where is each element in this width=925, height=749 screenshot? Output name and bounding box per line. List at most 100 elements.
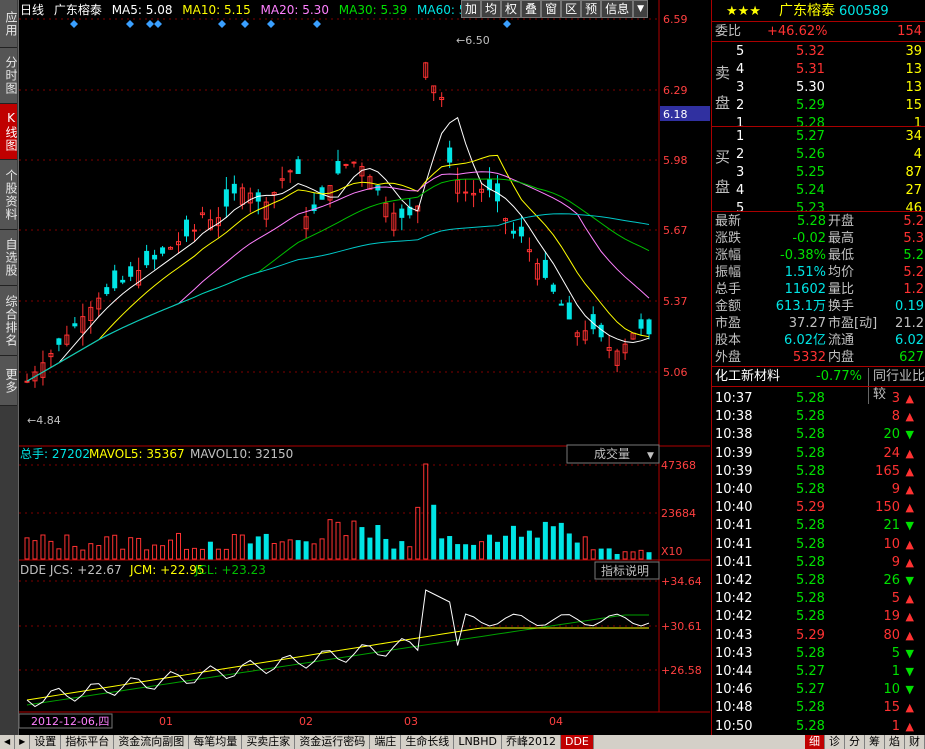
toolbar-button-7[interactable]: 信息 [601,0,634,18]
toolbar-button-3[interactable]: 叠 [521,0,542,18]
bottom-tab-5[interactable]: 资金运行密码 [295,735,371,749]
bottom-tab-10[interactable]: DDE [560,735,594,749]
scroll-left-icon[interactable]: ◀ [0,735,16,749]
panel-tab-0[interactable]: 细 [805,735,825,749]
tick-direction-icon: ▲ [905,410,914,424]
tick-direction-icon: ▲ [905,392,914,405]
sell-row-4[interactable]: 4 5.31 13 [712,61,925,79]
bottom-tab-2[interactable]: 资金流向副图 [114,735,190,749]
volume-bar [479,541,485,560]
candle-body [351,161,357,164]
sell-row-2[interactable]: 2 5.29 15 [712,97,925,115]
volume-bar [542,521,548,560]
panel-tab-4[interactable]: 焰 [885,735,905,749]
toolbar-dropdown-icon[interactable]: ▼ [633,0,649,18]
volume-bar [247,543,253,560]
dde-jcs-label: DDE JCS: +22.67 [20,563,122,577]
ma20-label: MA20: 5.30 [260,3,329,17]
buy-label: 盘 [715,178,731,196]
sell-label: 卖 [715,64,731,82]
bottom-tab-7[interactable]: 生命长线 [401,735,455,749]
volume-bar [447,536,453,560]
toolbar-button-5[interactable]: 区 [561,0,582,18]
tick-direction-icon: ▲ [905,464,914,478]
buy-row-4[interactable]: 4 5.24 27 [712,182,925,200]
bottom-tab-4[interactable]: 买卖庄家 [242,735,296,749]
sell-row-5[interactable]: 5 5.32 39 [712,43,925,61]
tick-direction-icon: ▲ [905,483,914,496]
toolbar-button-1[interactable]: 均 [481,0,502,18]
bottom-tab-8[interactable]: LNBHD [454,735,502,749]
buy-row-2[interactable]: 2 5.26 4 [712,146,925,164]
tick-row: 10:40 5.29 150 ▲ [715,500,914,516]
panel-tab-2[interactable]: 分 [845,735,865,749]
buy-row-3[interactable]: 3 5.25 87 [712,164,925,182]
candle-body [550,284,556,292]
left-tab-0[interactable]: 应用 [0,0,18,48]
candle-body [295,159,301,174]
volume-bar [487,534,493,560]
left-tab-5[interactable]: 综合排名 [0,286,18,356]
toolbar-button-6[interactable]: 预 [581,0,602,18]
mavol5-label: MAVOL5: 35367 [89,447,185,461]
dde-jcs-line [26,589,650,708]
scroll-right-icon[interactable]: ▶ [15,735,31,749]
volume-bar [56,548,62,560]
tick-row: 10:46 5.27 10 ▼ [715,682,914,698]
volume-axis-label: 47368 [661,459,696,472]
bottom-tab-6[interactable]: 端庄 [370,735,402,749]
volume-bar [120,548,126,560]
bottom-tab-1[interactable]: 指标平台 [61,735,115,749]
volume-bar [223,548,229,560]
tick-row: 10:39 5.28 24 ▲ [715,445,914,461]
tick-row: 10:41 5.28 10 ▲ [715,536,914,552]
volume-bar [622,551,628,560]
tick-row: 10:42 5.28 5 ▲ [715,591,914,607]
stock-name-label: 广东榕泰 [53,3,102,17]
volume-bar [104,536,110,560]
toolbar-button-2[interactable]: 权 [501,0,522,18]
period-label[interactable]: 日线 [20,3,44,17]
toolbar-button-0[interactable]: 加 [461,0,482,18]
left-tab-2[interactable]: K线图 [0,104,18,160]
volume-bar [327,519,333,560]
stock-header: ★★★ 广东榕泰 600589 [712,2,925,20]
panel-tab-5[interactable]: 财 [905,735,925,749]
month-label-02: 02 [299,715,313,728]
sector-row: 化工新材料 -0.77% 同行业比较 [712,368,925,404]
month-label-03: 03 [404,715,418,728]
volume-bar [191,547,197,560]
volume-bar [566,533,572,560]
sell-row-3[interactable]: 3 5.30 13 [712,79,925,97]
left-tab-3[interactable]: 个股资料 [0,160,18,230]
toolbar-button-4[interactable]: 窗 [541,0,562,18]
left-tab-1[interactable]: 分时图 [0,48,18,104]
left-tab-6[interactable]: 更多 [0,356,18,406]
volume-bar [598,548,604,560]
volume-bar [152,544,158,560]
tick-direction-icon: ▲ [905,610,914,624]
volume-bar [343,535,349,560]
kline-chart-area[interactable]: 6.59 6.29 5.98 5.67 5.37 5.06 6.18 ←6.50 ←4.84 总手… [18,0,710,735]
event-marker-icon [267,20,275,28]
volume-bar [112,534,118,560]
buy-row-1[interactable]: 1 5.27 34 [712,128,925,146]
candle-body [646,319,652,335]
bottom-tab-9[interactable]: 乔峰2012 [502,735,561,749]
bottom-tab-0[interactable]: 设置 [30,735,62,749]
volume-bar [510,525,516,560]
left-tab-4[interactable]: 自选股 [0,230,18,286]
candle-body [160,247,166,254]
bottom-tab-3[interactable]: 每笔均量 [189,735,243,749]
weibi-value: +46.62% [767,24,828,39]
tick-row: 10:50 5.28 1 ▲ [715,718,914,734]
panel-tab-1[interactable]: 诊 [825,735,845,749]
tick-direction-icon: ▼ [905,646,914,660]
panel-tab-3[interactable]: 筹 [865,735,885,749]
tick-row: 10:41 5.28 9 ▲ [715,554,914,570]
candle-body [191,229,197,232]
tick-direction-icon: ▼ [905,428,914,442]
tick-direction-icon: ▲ [905,537,914,551]
bottom-tab-bar: ◀ ▶ 设置 指标平台 资金流向副图 每笔均量 买卖庄家 资金运行密码 端庄 生命长线 LNBHD 乔… [0,735,925,749]
tick-direction-icon: ▼ [905,519,914,533]
